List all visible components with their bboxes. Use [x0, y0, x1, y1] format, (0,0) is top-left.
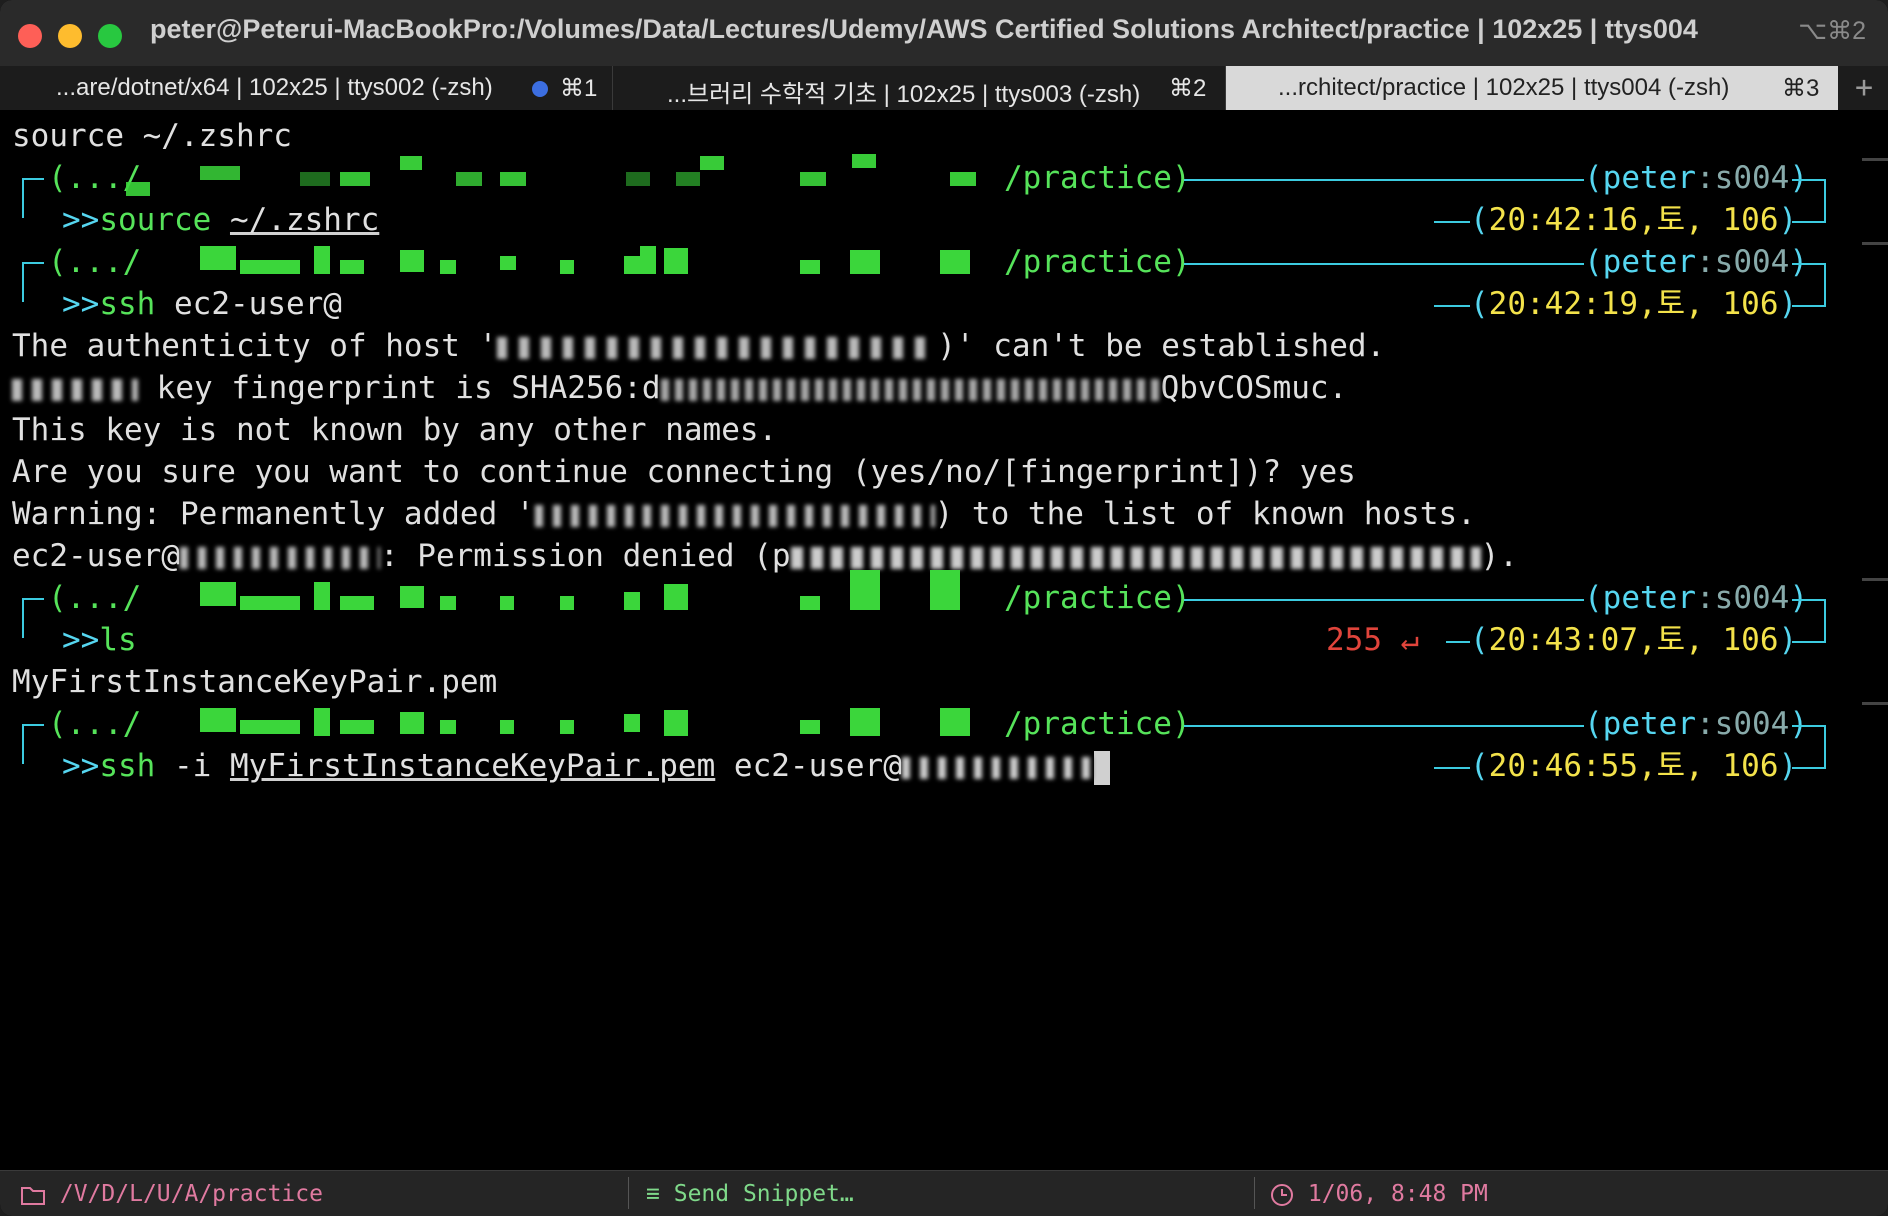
prompt-bracket [22, 178, 24, 218]
prompt-rule [1446, 641, 1470, 643]
tab-bar: ...are/dotnet/x64 | 102x25 | ttys002 (-z… [0, 66, 1888, 110]
prompt-user: (peter:s004) [1584, 160, 1808, 196]
prompt-rule [22, 724, 44, 726]
prompt-bracket [1824, 179, 1826, 221]
tab-ttys004[interactable]: ...rchitect/practice | 102x25 | ttys004 … [1226, 66, 1838, 110]
add-tab-button[interactable]: + [1840, 66, 1888, 110]
prompt-time: (20:46:55,토, 106) [1470, 748, 1798, 784]
prompt-rule [22, 178, 44, 180]
prompt-rule [1792, 767, 1826, 769]
prompt-bracket [22, 262, 24, 302]
window-title: peter@Peterui-MacBookPro:/Volumes/Data/L… [150, 14, 1698, 44]
prompt-bracket [22, 598, 24, 638]
prompt-rule [1184, 599, 1584, 601]
scroll-mark [1862, 702, 1888, 705]
scroll-mark [1862, 158, 1888, 161]
window-shortcut: ⌥⌘2 [1798, 17, 1866, 45]
close-window-button[interactable] [18, 24, 42, 48]
status-bar: /V/D/L/U/A/practice ≡ Send Snippet… 1/06… [0, 1170, 1888, 1216]
folder-icon [21, 1186, 45, 1205]
title-bar[interactable]: peter@Peterui-MacBookPro:/Volumes/Data/L… [0, 0, 1888, 67]
prompt-rule [1184, 179, 1584, 181]
prompt-bracket [1824, 263, 1826, 305]
prompt-rule [1792, 305, 1826, 307]
prompt-dir-suffix: /practice) [1004, 706, 1191, 742]
prompt-command-line: >>ssh ec2-user@ [62, 286, 342, 322]
minimize-window-button[interactable] [58, 24, 82, 48]
status-path[interactable]: /V/D/L/U/A/practice [20, 1181, 323, 1207]
output-line: ec2-user@: Permission denied (p). [12, 538, 1518, 574]
tab-label: ...브러리 수학적 기초 | 102x25 | ttys003 (-zsh) [667, 81, 1141, 108]
prompt-bracket [22, 724, 24, 764]
prompt-rule [1184, 263, 1584, 265]
prompt-rule [1184, 725, 1584, 727]
prompt-rule [1434, 221, 1470, 223]
tab-ttys003[interactable]: ...브러리 수학적 기초 | 102x25 | ttys003 (-zsh) … [613, 66, 1226, 110]
output-line: MyFirstInstanceKeyPair.pem [12, 664, 498, 700]
prompt-time: (20:42:16,토, 106) [1470, 202, 1798, 238]
tab-shortcut: ⌘3 [1782, 75, 1820, 102]
prompt-rule [1792, 179, 1826, 181]
output-line: The authenticity of host ')' can't be es… [12, 328, 1386, 364]
prompt-user: (peter:s004) [1584, 580, 1808, 616]
prompt-dir: (.../ [48, 244, 142, 280]
status-divider [628, 1177, 629, 1209]
prompt-rule [1792, 221, 1826, 223]
prompt-user: (peter:s004) [1584, 706, 1808, 742]
prompt-rule [1792, 599, 1826, 601]
prompt-command-line: >>ssh -i MyFirstInstanceKeyPair.pem ec2-… [62, 746, 1110, 786]
prompt-bracket [1824, 599, 1826, 641]
zoom-window-button[interactable] [98, 24, 122, 48]
prompt-dir: (.../ [48, 706, 142, 742]
terminal-window: peter@Peterui-MacBookPro:/Volumes/Data/L… [0, 0, 1888, 1216]
terminal-content[interactable]: source ~/.zshrc (.../ /practice) (peter:… [0, 110, 1888, 1170]
prompt-command-line: >>source ~/.zshrc [62, 202, 380, 238]
prompt-time: (20:42:19,토, 106) [1470, 286, 1798, 322]
prompt-rule [1434, 305, 1470, 307]
list-icon: ≡ [646, 1181, 660, 1207]
tab-shortcut: ⌘1 [560, 75, 598, 102]
prompt-rule [1434, 767, 1470, 769]
exit-code: 255 ↵ [1326, 622, 1420, 658]
output-line: source ~/.zshrc [12, 118, 292, 154]
prompt-bracket [1824, 725, 1826, 767]
output-line: Warning: Permanently added ') to the lis… [12, 496, 1476, 532]
prompt-dir-suffix: /practice) [1004, 580, 1191, 616]
prompt-time: (20:43:07,토, 106) [1470, 622, 1798, 658]
output-line: This key is not known by any other names… [12, 412, 778, 448]
send-snippet-button[interactable]: ≡ Send Snippet… [646, 1181, 854, 1207]
status-clock: 1/06, 8:48 PM [1270, 1181, 1488, 1207]
status-divider [1254, 1177, 1255, 1209]
prompt-user: (peter:s004) [1584, 244, 1808, 280]
tab-shortcut: ⌘2 [1169, 75, 1207, 102]
prompt-rule [1792, 641, 1826, 643]
text-cursor [1093, 750, 1110, 785]
prompt-rule [1792, 725, 1826, 727]
output-line: key fingerprint is SHA256:d QbvCOSmuc. [12, 368, 1347, 408]
tab-label: ...rchitect/practice | 102x25 | ttys004 … [1278, 74, 1730, 101]
activity-dot-icon [532, 81, 548, 97]
clock-icon [1271, 1183, 1293, 1206]
prompt-dir-suffix: /practice) [1004, 160, 1191, 196]
prompt-command-line: >>ls [62, 622, 137, 658]
tab-label: ...are/dotnet/x64 | 102x25 | ttys002 (-z… [56, 74, 493, 101]
prompt-rule [1792, 263, 1826, 265]
output-line: Are you sure you want to continue connec… [12, 454, 1356, 490]
tab-ttys002[interactable]: ...are/dotnet/x64 | 102x25 | ttys002 (-z… [0, 66, 613, 110]
prompt-rule [22, 262, 44, 264]
scroll-mark [1862, 578, 1888, 581]
prompt-dir: (.../ [48, 580, 142, 616]
prompt-rule [22, 598, 44, 600]
prompt-dir-suffix: /practice) [1004, 244, 1191, 280]
scroll-mark [1862, 242, 1888, 245]
